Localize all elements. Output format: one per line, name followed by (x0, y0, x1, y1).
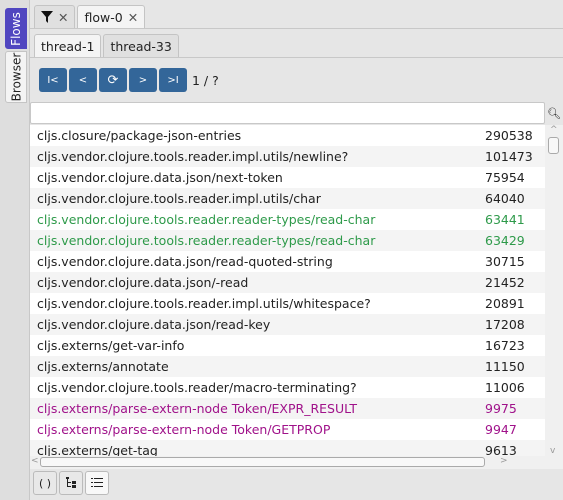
call-count: 75954 (485, 170, 525, 185)
search-icon[interactable]: 🔍︎ (545, 102, 563, 124)
function-name: cljs.externs/annotate (37, 359, 169, 374)
tab-label: Browser (9, 52, 24, 102)
call-count: 17208 (485, 317, 525, 332)
list-item[interactable]: cljs.vendor.clojure.tools.reader.reader-… (30, 209, 545, 230)
search-input[interactable] (30, 102, 545, 124)
function-name: cljs.vendor.clojure.data.json/read-key (37, 317, 271, 332)
tab-label: Flows (9, 11, 23, 46)
filter-icon (41, 11, 53, 23)
tab-label: thread-1 (41, 38, 95, 54)
vertical-scrollbar[interactable]: ^ v (545, 125, 563, 456)
function-name: cljs.vendor.clojure.tools.reader/macro-t… (37, 380, 357, 395)
main-panel: ✕ flow-0 ✕ thread-1 thread-33 I< < ⟳ > >… (30, 0, 563, 500)
call-count: 9975 (485, 401, 517, 416)
prev-page-button[interactable]: < (69, 68, 97, 92)
function-name: cljs.vendor.clojure.data.json/-read (37, 275, 249, 290)
list-item[interactable]: cljs.externs/get-tag 9613 (30, 440, 545, 456)
next-page-button[interactable]: > (129, 68, 157, 92)
tree-view-button[interactable] (59, 471, 83, 495)
function-name: cljs.vendor.clojure.tools.reader.reader-… (37, 233, 376, 248)
call-count: 11150 (485, 359, 525, 374)
page-indicator: 1 / ? (192, 72, 219, 88)
function-name: cljs.externs/get-var-info (37, 338, 185, 353)
first-page-button[interactable]: I< (39, 68, 67, 92)
call-count: 290538 (485, 128, 533, 143)
call-count: 11006 (485, 380, 525, 395)
scroll-down-icon[interactable]: v (550, 446, 555, 456)
call-count: 21452 (485, 275, 525, 290)
tab-thread-33[interactable]: thread-33 (103, 34, 179, 57)
function-name: cljs.vendor.clojure.tools.reader.impl.ut… (37, 191, 321, 206)
divider (30, 57, 563, 58)
call-count: 101473 (485, 149, 533, 164)
list-icon (90, 478, 103, 487)
list-item[interactable]: cljs.vendor.clojure.tools.reader.impl.ut… (30, 146, 545, 167)
list-item[interactable]: cljs.vendor.clojure.tools.reader.reader-… (30, 230, 545, 251)
scrollbar-thumb[interactable] (40, 457, 485, 467)
function-name: cljs.externs/parse-extern-node Token/EXP… (37, 401, 358, 416)
list-item[interactable]: cljs.vendor.clojure.data.json/next-token… (30, 167, 545, 188)
refresh-button[interactable]: ⟳ (99, 68, 127, 92)
thread-tabs: thread-1 thread-33 (34, 34, 179, 57)
call-count: 9613 (485, 443, 517, 456)
pager: I< < ⟳ > >I 1 / ? (39, 68, 219, 92)
call-count: 63429 (485, 233, 525, 248)
list-item[interactable]: cljs.vendor.clojure.data.json/read-key 17… (30, 314, 545, 335)
call-count: 30715 (485, 254, 525, 269)
list-item[interactable]: cljs.externs/get-var-info 16723 (30, 335, 545, 356)
scroll-left-icon[interactable]: < (31, 456, 39, 466)
side-tab-strip: Flows Browser (0, 0, 30, 500)
divider (30, 28, 563, 29)
function-name: cljs.closure/package-json-entries (37, 128, 242, 143)
list-item[interactable]: cljs.vendor.clojure.tools.reader.impl.ut… (30, 188, 545, 209)
function-call-list: cljs.closure/package-json-entries 290538 c… (30, 125, 545, 456)
list-item[interactable]: cljs.vendor.clojure.data.json/read-quote… (30, 251, 545, 272)
list-item[interactable]: cljs.vendor.clojure.data.json/-read 21452 (30, 272, 545, 293)
list-item[interactable]: cljs.vendor.clojure.tools.reader/macro-t… (30, 377, 545, 398)
list-item[interactable]: cljs.externs/parse-extern-node Token/GET… (30, 419, 545, 440)
function-name: cljs.vendor.clojure.data.json/read-quote… (37, 254, 333, 269)
call-count: 16723 (485, 338, 525, 353)
horizontal-scrollbar[interactable]: < > (30, 456, 563, 469)
close-icon[interactable]: ✕ (58, 10, 68, 25)
function-name: cljs.externs/parse-extern-node Token/GET… (37, 422, 331, 437)
call-count: 64040 (485, 191, 525, 206)
call-count: 9947 (485, 422, 517, 437)
last-page-button[interactable]: >I (159, 68, 187, 92)
scrollbar-thumb[interactable] (548, 137, 559, 154)
function-name: cljs.vendor.clojure.tools.reader.impl.ut… (37, 296, 371, 311)
tab-browser[interactable]: Browser (5, 51, 27, 103)
call-count: 20891 (485, 296, 525, 311)
list-item[interactable]: cljs.externs/parse-extern-node Token/EXP… (30, 398, 545, 419)
function-name: cljs.vendor.clojure.tools.reader.impl.ut… (37, 149, 349, 164)
tab-label: flow-0 (84, 9, 123, 25)
list-item[interactable]: cljs.externs/annotate 11150 (30, 356, 545, 377)
function-name: cljs.externs/get-tag (37, 443, 158, 456)
scroll-right-icon[interactable]: > (500, 456, 508, 466)
list-view-button[interactable] (85, 471, 109, 495)
call-count: 63441 (485, 212, 525, 227)
function-name: cljs.vendor.clojure.data.json/next-token (37, 170, 283, 185)
close-icon[interactable]: ✕ (128, 10, 138, 25)
list-item[interactable]: cljs.closure/package-json-entries 290538 (30, 125, 545, 146)
tab-flows[interactable]: Flows (5, 8, 27, 49)
code-view-button[interactable]: ( ) (33, 471, 57, 495)
tab-thread-1[interactable]: thread-1 (34, 34, 102, 57)
tree-icon (65, 477, 76, 488)
scroll-up-icon[interactable]: ^ (550, 125, 558, 135)
list-item[interactable]: cljs.vendor.clojure.tools.reader.impl.ut… (30, 293, 545, 314)
function-name: cljs.vendor.clojure.tools.reader.reader-… (37, 212, 376, 227)
tab-label: thread-33 (110, 38, 172, 54)
flow-tabs: ✕ flow-0 ✕ (34, 5, 146, 28)
tab-flow-0[interactable]: flow-0 ✕ (77, 5, 146, 28)
tab-filter[interactable]: ✕ (34, 5, 76, 28)
